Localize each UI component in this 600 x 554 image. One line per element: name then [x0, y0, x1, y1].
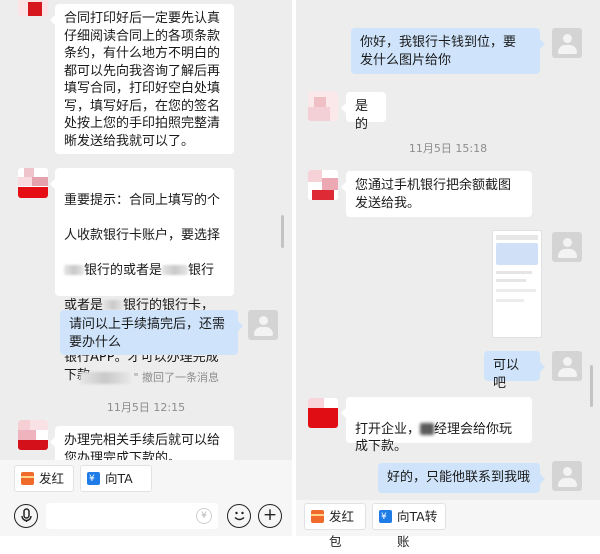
outgoing-message: 好的，只能他联系到我哦 [378, 463, 545, 493]
chat-panel-right: 你好，我银行卡钱到位，要 发什么图片给你 是的 11月5日 15:18 您通过手… [296, 0, 600, 500]
thumb-line [496, 279, 526, 282]
message-input[interactable]: ¥ [46, 503, 218, 529]
message-text: 合同打印好后一定要先认真 仔细阅读合同上的各项条款 条约，有什么地方不明白的 都… [64, 11, 221, 149]
message-text: 您通过手机银行把余额截图 发送给我。 [355, 178, 512, 211]
thumb-line [496, 271, 532, 274]
screenshot-image[interactable] [492, 230, 542, 338]
plus-icon[interactable]: + [258, 504, 282, 528]
voice-icon[interactable] [14, 504, 38, 528]
red-packet-label: 发红包 [329, 509, 355, 549]
redacted-blur [162, 265, 189, 275]
yen-icon[interactable]: ¥ [196, 508, 212, 524]
message-text: 打开企业， [355, 421, 421, 437]
quick-action-bar: 发红包 向TA转账 [0, 460, 292, 511]
contact-avatar[interactable] [308, 398, 338, 428]
outgoing-message: 你好，我银行卡钱到位，要 发什么图片给你 [351, 28, 545, 74]
outgoing-message: 可以吧 [484, 351, 545, 391]
transfer-icon [87, 467, 100, 492]
redacted-blur [420, 423, 435, 435]
transfer-icon [379, 505, 392, 530]
recall-notice: " 撤回了一条消息 [80, 369, 219, 385]
redacted-blur [64, 265, 84, 275]
incoming-message: 合同打印好后一定要先认真 仔细阅读合同上的各项条款 条约，有什么地方不明白的 都… [50, 4, 234, 154]
message-text: 人收款银行卡账户，要选择 [64, 227, 221, 243]
thumb-header [496, 235, 538, 240]
transfer-label: 向TA转账 [397, 509, 438, 549]
thumb-card [496, 243, 538, 265]
input-bar: ¥ + [0, 497, 292, 536]
outgoing-message: 请问以上手续搞完后，还需 要办什么 [60, 310, 243, 355]
chat-timestamp: 11月5日 15:18 [408, 142, 488, 155]
scrollbar[interactable] [281, 215, 284, 248]
self-avatar[interactable] [552, 461, 582, 491]
self-avatar[interactable] [552, 232, 582, 262]
message-text: 可以吧 [493, 358, 520, 391]
red-packet-icon [21, 472, 34, 485]
thumb-line [496, 289, 536, 292]
contact-avatar[interactable] [308, 170, 338, 200]
redacted-blur [80, 372, 130, 384]
message-text: 银行 [188, 262, 215, 278]
self-avatar[interactable] [248, 310, 278, 340]
recall-notice-text: " 撤回了一条消息 [133, 371, 220, 384]
contact-avatar[interactable] [18, 420, 48, 450]
red-packet-button[interactable]: 发红包 [304, 503, 366, 549]
right-panel-bottom: 发红包 向TA转账 [296, 500, 600, 549]
red-packet-button[interactable]: 发红包 [14, 465, 74, 511]
scrollbar[interactable] [590, 365, 593, 407]
message-text: 重要提示：合同上填写的个 [64, 192, 221, 208]
message-text: 是的 [355, 99, 369, 132]
self-avatar[interactable] [552, 28, 582, 58]
thumb-line [496, 299, 524, 302]
chat-timestamp: 11月5日 12:15 [106, 401, 186, 414]
self-avatar[interactable] [552, 351, 582, 381]
message-text: 请问以上手续搞完后，还需 要办什么 [69, 317, 226, 350]
contact-avatar[interactable] [18, 168, 48, 198]
contact-avatar[interactable] [18, 0, 48, 16]
emoji-icon[interactable] [227, 504, 251, 528]
incoming-message: 重要提示：合同上填写的个 人收款银行卡账户，要选择 银行的或者是 银行 或者是 银行… [50, 168, 234, 383]
message-text: 好的，只能他联系到我哦 [387, 470, 531, 485]
redacted-blur [103, 300, 124, 310]
red-packet-icon [311, 510, 324, 523]
incoming-message: 您通过手机银行把余额截图 发送给我。 [341, 171, 532, 217]
transfer-button[interactable]: 向TA转账 [80, 465, 152, 511]
transfer-button[interactable]: 向TA转账 [372, 503, 446, 549]
message-text: 你好，我银行卡钱到位，要 发什么图片给你 [360, 35, 517, 68]
chat-panel-left: 合同打印好后一定要先认真 仔细阅读合同上的各项条款 条约，有什么地方不明白的 都… [0, 0, 292, 536]
incoming-message: 是的 [341, 92, 386, 132]
incoming-message: 打开企业， 经理会给你玩 成下款。 [341, 397, 532, 454]
message-text: 银行的或者是 [84, 262, 163, 278]
contact-avatar[interactable] [308, 91, 338, 121]
